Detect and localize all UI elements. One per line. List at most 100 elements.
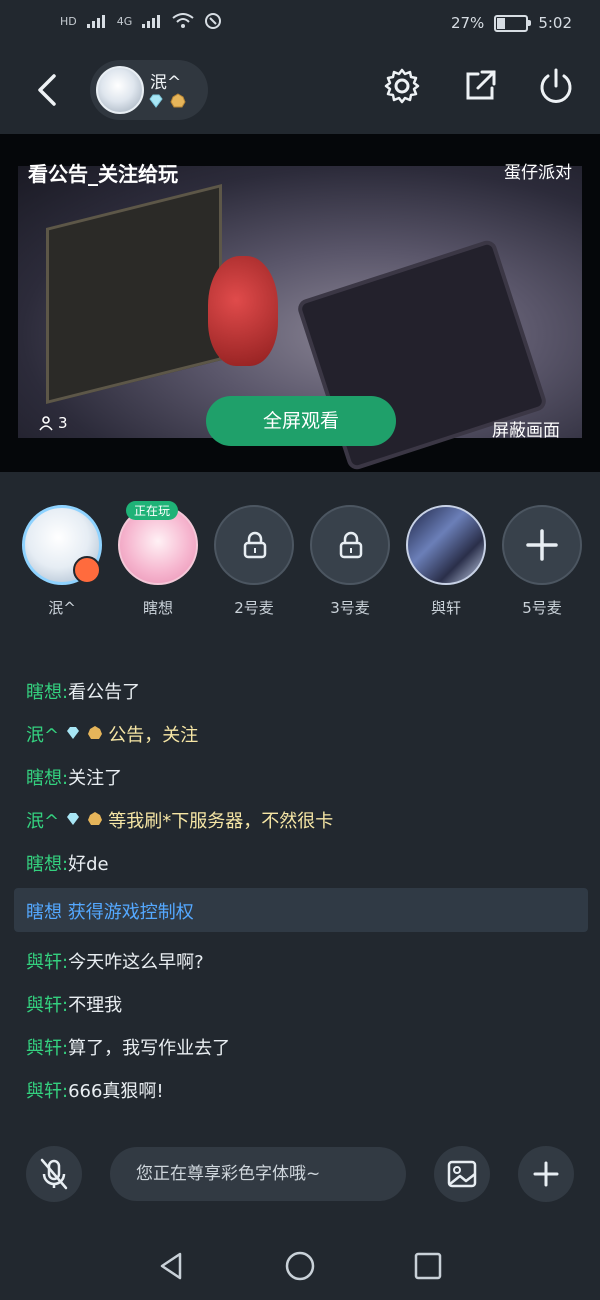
- message-text: 看公告了: [68, 682, 141, 703]
- stream-title: 看公告_关注给玩: [28, 162, 178, 186]
- message-text: 666真狠啊!: [68, 1081, 164, 1102]
- gold-badge-icon: [170, 93, 186, 108]
- seat-3[interactable]: 3号麦: [308, 505, 392, 618]
- battery-icon: [494, 14, 532, 32]
- status-right: 27% 5:02: [451, 14, 572, 32]
- input-bar: 您正在尊享彩色字体哦~: [0, 1146, 600, 1206]
- seat-1[interactable]: 正在玩 瞎想: [116, 501, 200, 618]
- seat-avatar: [22, 505, 102, 585]
- game-stream[interactable]: 看公告_关注给玩 蛋仔派对 3 全屏观看 屏蔽画面: [0, 134, 600, 472]
- system-notice: 瞎想 获得游戏控制权: [14, 888, 588, 932]
- seat-empty: [214, 505, 294, 585]
- gold-badge-icon: [87, 812, 102, 825]
- chat-input[interactable]: 您正在尊享彩色字体哦~: [110, 1147, 406, 1201]
- diamond-badge-icon: [66, 727, 79, 739]
- signal-icon-2: [142, 15, 161, 28]
- person-icon: [39, 416, 53, 431]
- chat-message: 泯^ 公告，关注: [26, 721, 198, 747]
- chat-message: 與轩:666真狠啊!: [26, 1077, 164, 1103]
- signal-icon: [86, 15, 105, 28]
- host-name: 泯^: [150, 73, 182, 93]
- sender-name[interactable]: 瞎想:: [26, 854, 68, 875]
- message-text: 获得游戏控制权: [67, 902, 194, 923]
- system-nav-bar: [0, 1226, 600, 1300]
- share-icon: [466, 70, 496, 100]
- hide-screen-button[interactable]: 屏蔽画面: [492, 416, 560, 441]
- battery-percent: 27%: [450, 14, 485, 32]
- seat-5[interactable]: 5号麦: [500, 505, 584, 618]
- plus-icon: [526, 529, 558, 561]
- seat-empty: [502, 505, 582, 585]
- home-badge-icon: [73, 556, 101, 584]
- image-icon: [447, 1160, 477, 1188]
- nav-back-button[interactable]: [154, 1248, 190, 1284]
- message-text: 今天咋这么早啊?: [68, 952, 204, 973]
- diamond-badge-icon: [66, 813, 79, 825]
- seat-label: 2号麦: [234, 599, 274, 617]
- seat-label: 泯^: [48, 599, 76, 617]
- mic-toggle-button[interactable]: [26, 1146, 82, 1202]
- message-text: 不理我: [68, 995, 123, 1016]
- viewer-count: 3: [38, 414, 68, 432]
- battery-fill: [497, 17, 506, 29]
- sender-name[interactable]: 與轩:: [26, 995, 68, 1016]
- more-button[interactable]: [518, 1146, 574, 1202]
- gear-icon: [384, 68, 420, 104]
- mic-seats: 泯^ 正在玩 瞎想 2号麦 3号麦 與轩 5号麦: [0, 501, 600, 635]
- exit-room-button[interactable]: [536, 66, 576, 106]
- chat-message: 瞎想:看公告了: [26, 678, 140, 704]
- message-text: 关注了: [68, 768, 123, 789]
- lock-icon: [243, 531, 267, 559]
- sender-name[interactable]: 泯^: [26, 725, 59, 746]
- host-chip[interactable]: 泯^: [90, 60, 208, 120]
- sender-name[interactable]: 瞎想:: [26, 682, 68, 703]
- seat-label: 與轩: [430, 599, 461, 617]
- nav-home-button[interactable]: [282, 1248, 318, 1284]
- wifi-icon: [172, 13, 194, 28]
- clock: 5:02: [538, 14, 572, 32]
- fullscreen-button[interactable]: 全屏观看: [206, 396, 396, 446]
- viewer-count-value: 3: [58, 414, 68, 432]
- scene-desk: [46, 184, 222, 404]
- chat-message: 瞎想:好de: [26, 850, 109, 876]
- sender-name[interactable]: 泯^: [26, 811, 59, 832]
- settings-button[interactable]: [382, 66, 422, 106]
- back-button[interactable]: [30, 68, 66, 112]
- seat-label: 瞎想: [142, 599, 173, 617]
- sender-name[interactable]: 與轩:: [26, 952, 68, 973]
- chat-message: 與轩:今天咋这么早啊?: [26, 948, 204, 974]
- chat-message: 與轩:不理我: [26, 991, 122, 1017]
- seat-label: 3号麦: [330, 599, 370, 617]
- scene-character: [208, 256, 278, 366]
- chat-message: 與轩:算了，我写作业去了: [26, 1034, 230, 1060]
- message-text: 等我刷*下服务器，不然很卡: [108, 811, 334, 832]
- seat-host[interactable]: 泯^: [20, 505, 104, 618]
- circle-home-icon: [285, 1251, 315, 1281]
- seat-4[interactable]: 與轩: [404, 505, 488, 618]
- image-button[interactable]: [434, 1146, 490, 1202]
- seat-2[interactable]: 2号麦: [212, 505, 296, 618]
- status-left: HD 4G: [60, 12, 222, 30]
- host-avatar: [96, 66, 144, 114]
- status-bar: HD 4G 27% 5:02: [0, 0, 600, 48]
- chevron-left-icon: [38, 74, 56, 106]
- sender-name[interactable]: 與轩:: [26, 1081, 68, 1102]
- sender-name[interactable]: 瞎想: [26, 902, 62, 923]
- seat-avatar: [406, 505, 486, 585]
- message-text: 算了，我写作业去了: [68, 1038, 231, 1059]
- square-recents-icon: [414, 1252, 442, 1280]
- seat-label: 5号麦: [522, 599, 562, 617]
- seat-empty: [310, 505, 390, 585]
- sender-name[interactable]: 瞎想:: [26, 768, 68, 789]
- plus-icon: [533, 1161, 559, 1187]
- power-icon: [540, 68, 572, 103]
- share-button[interactable]: [460, 66, 500, 106]
- nav-recents-button[interactable]: [410, 1248, 446, 1284]
- triangle-back-icon: [160, 1252, 182, 1280]
- chat-message: 泯^ 等我刷*下服务器，不然很卡: [26, 807, 333, 833]
- message-text: 公告，关注: [108, 725, 199, 746]
- mic-off-icon: [40, 1158, 68, 1190]
- chat-message: 瞎想:关注了: [26, 764, 122, 790]
- sender-name[interactable]: 與轩:: [26, 1038, 68, 1059]
- hd-indicator: HD: [60, 14, 77, 28]
